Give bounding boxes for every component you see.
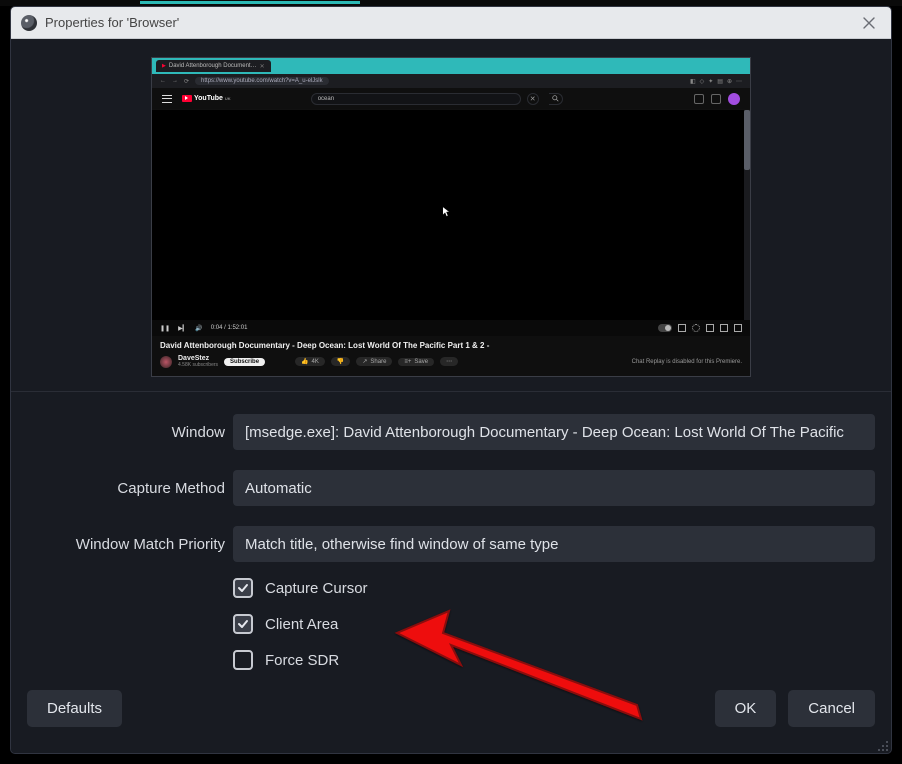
titlebar: Properties for 'Browser': [11, 7, 891, 39]
chat-note: Chat Replay is disabled for this Premier…: [632, 359, 742, 365]
miniplayer-icon: [706, 324, 714, 332]
force-sdr-label: Force SDR: [265, 652, 339, 669]
settings-icon: [692, 324, 700, 332]
close-button[interactable]: [857, 11, 881, 35]
force-sdr-checkbox[interactable]: Force SDR: [233, 650, 875, 670]
resize-grip-icon[interactable]: [877, 739, 889, 751]
window-select[interactable]: [msedge.exe]: David Attenborough Documen…: [233, 414, 875, 450]
youtube-header: YouTubeUK ocean ✕: [152, 88, 750, 110]
capture-preview: ▶ David Attenborough Document… ✕ ← → ⟳ h…: [151, 57, 751, 377]
client-area-checkbox[interactable]: Client Area: [233, 614, 875, 634]
ok-button[interactable]: OK: [715, 690, 777, 727]
browser-tab: ▶ David Attenborough Document… ✕: [156, 60, 271, 72]
subscriber-count: 4.58K subscribers: [178, 362, 218, 368]
obs-icon: [21, 15, 37, 31]
youtube-logo: YouTubeUK: [182, 95, 231, 102]
url-text: https://www.youtube.com/watch?v=A_u-elJs…: [195, 77, 329, 85]
thumbs-down-icon: 👎: [337, 358, 344, 365]
save-button-yt: ≡+Save: [398, 358, 434, 366]
capture-cursor-checkbox[interactable]: Capture Cursor: [233, 578, 875, 598]
channel-name: DaveStez: [178, 355, 218, 362]
youtube-search: ocean: [311, 93, 521, 105]
reload-icon: ⟳: [184, 78, 189, 85]
dislike-button: 👎: [331, 357, 350, 366]
clear-icon: ✕: [527, 93, 539, 105]
back-icon: ←: [160, 78, 166, 84]
thumbs-up-icon: 👍: [301, 358, 308, 365]
captions-icon: [678, 324, 686, 332]
next-icon: ▶▎: [178, 325, 187, 332]
cancel-button[interactable]: Cancel: [788, 690, 875, 727]
defaults-button[interactable]: Defaults: [27, 690, 122, 727]
forward-icon: →: [172, 78, 178, 84]
browser-tabstrip: ▶ David Attenborough Document… ✕: [152, 58, 750, 74]
player-controls: ❚❚ ▶▎ 🔊 0:04 / 1:52:01: [152, 320, 750, 336]
cursor-icon: [442, 205, 451, 217]
timecode: 0:04 / 1:52:01: [211, 325, 248, 331]
browser-addressbar: ← → ⟳ https://www.youtube.com/watch?v=A_…: [152, 74, 750, 88]
more-button: ⋯: [440, 357, 458, 366]
match-priority-label: Window Match Priority: [27, 536, 225, 553]
dialog-footer: Defaults OK Cancel: [11, 678, 891, 743]
avatar: [728, 93, 740, 105]
checkbox-checked-icon: [233, 614, 253, 634]
window-label: Window: [27, 424, 225, 441]
video-player: [152, 110, 750, 320]
video-title: David Attenborough Documentary - Deep Oc…: [160, 341, 742, 350]
dialog-title: Properties for 'Browser': [45, 15, 857, 30]
capture-method-select[interactable]: Automatic: [233, 470, 875, 506]
fullscreen-icon: [734, 324, 742, 332]
preview-area: ▶ David Attenborough Document… ✕ ← → ⟳ h…: [11, 39, 891, 392]
search-icon: [549, 93, 563, 105]
notifications-icon: [711, 94, 721, 104]
save-icon: ≡+: [404, 359, 411, 365]
hamburger-icon: [162, 95, 172, 103]
subscribe-button: Subscribe: [224, 358, 265, 366]
share-icon: ↗: [362, 358, 367, 365]
browser-tab-label: David Attenborough Document…: [169, 63, 257, 69]
pause-icon: ❚❚: [160, 325, 170, 332]
properties-dialog: Properties for 'Browser' ▶ David Attenbo…: [10, 6, 892, 754]
scrollbar: [744, 110, 750, 320]
match-priority-select[interactable]: Match title, otherwise find window of sa…: [233, 526, 875, 562]
channel-avatar: [160, 356, 172, 368]
close-icon: [863, 17, 875, 29]
create-icon: [694, 94, 704, 104]
capture-cursor-label: Capture Cursor: [265, 580, 368, 597]
share-button: ↗Share: [356, 357, 392, 366]
checkbox-checked-icon: [233, 578, 253, 598]
client-area-label: Client Area: [265, 616, 338, 633]
theater-icon: [720, 324, 728, 332]
browser-toolbar-icons: ◧◇✦▤⊕⋯: [690, 78, 742, 85]
autoplay-toggle-icon: [658, 324, 672, 332]
properties-form: Window [msedge.exe]: David Attenborough …: [11, 392, 891, 678]
capture-method-label: Capture Method: [27, 480, 225, 497]
checkbox-unchecked-icon: [233, 650, 253, 670]
video-meta: David Attenborough Documentary - Deep Oc…: [152, 336, 750, 376]
volume-icon: 🔊: [195, 325, 202, 332]
more-icon: ⋯: [446, 358, 452, 365]
close-icon: ✕: [260, 63, 265, 70]
like-button: 👍4K: [295, 357, 325, 366]
